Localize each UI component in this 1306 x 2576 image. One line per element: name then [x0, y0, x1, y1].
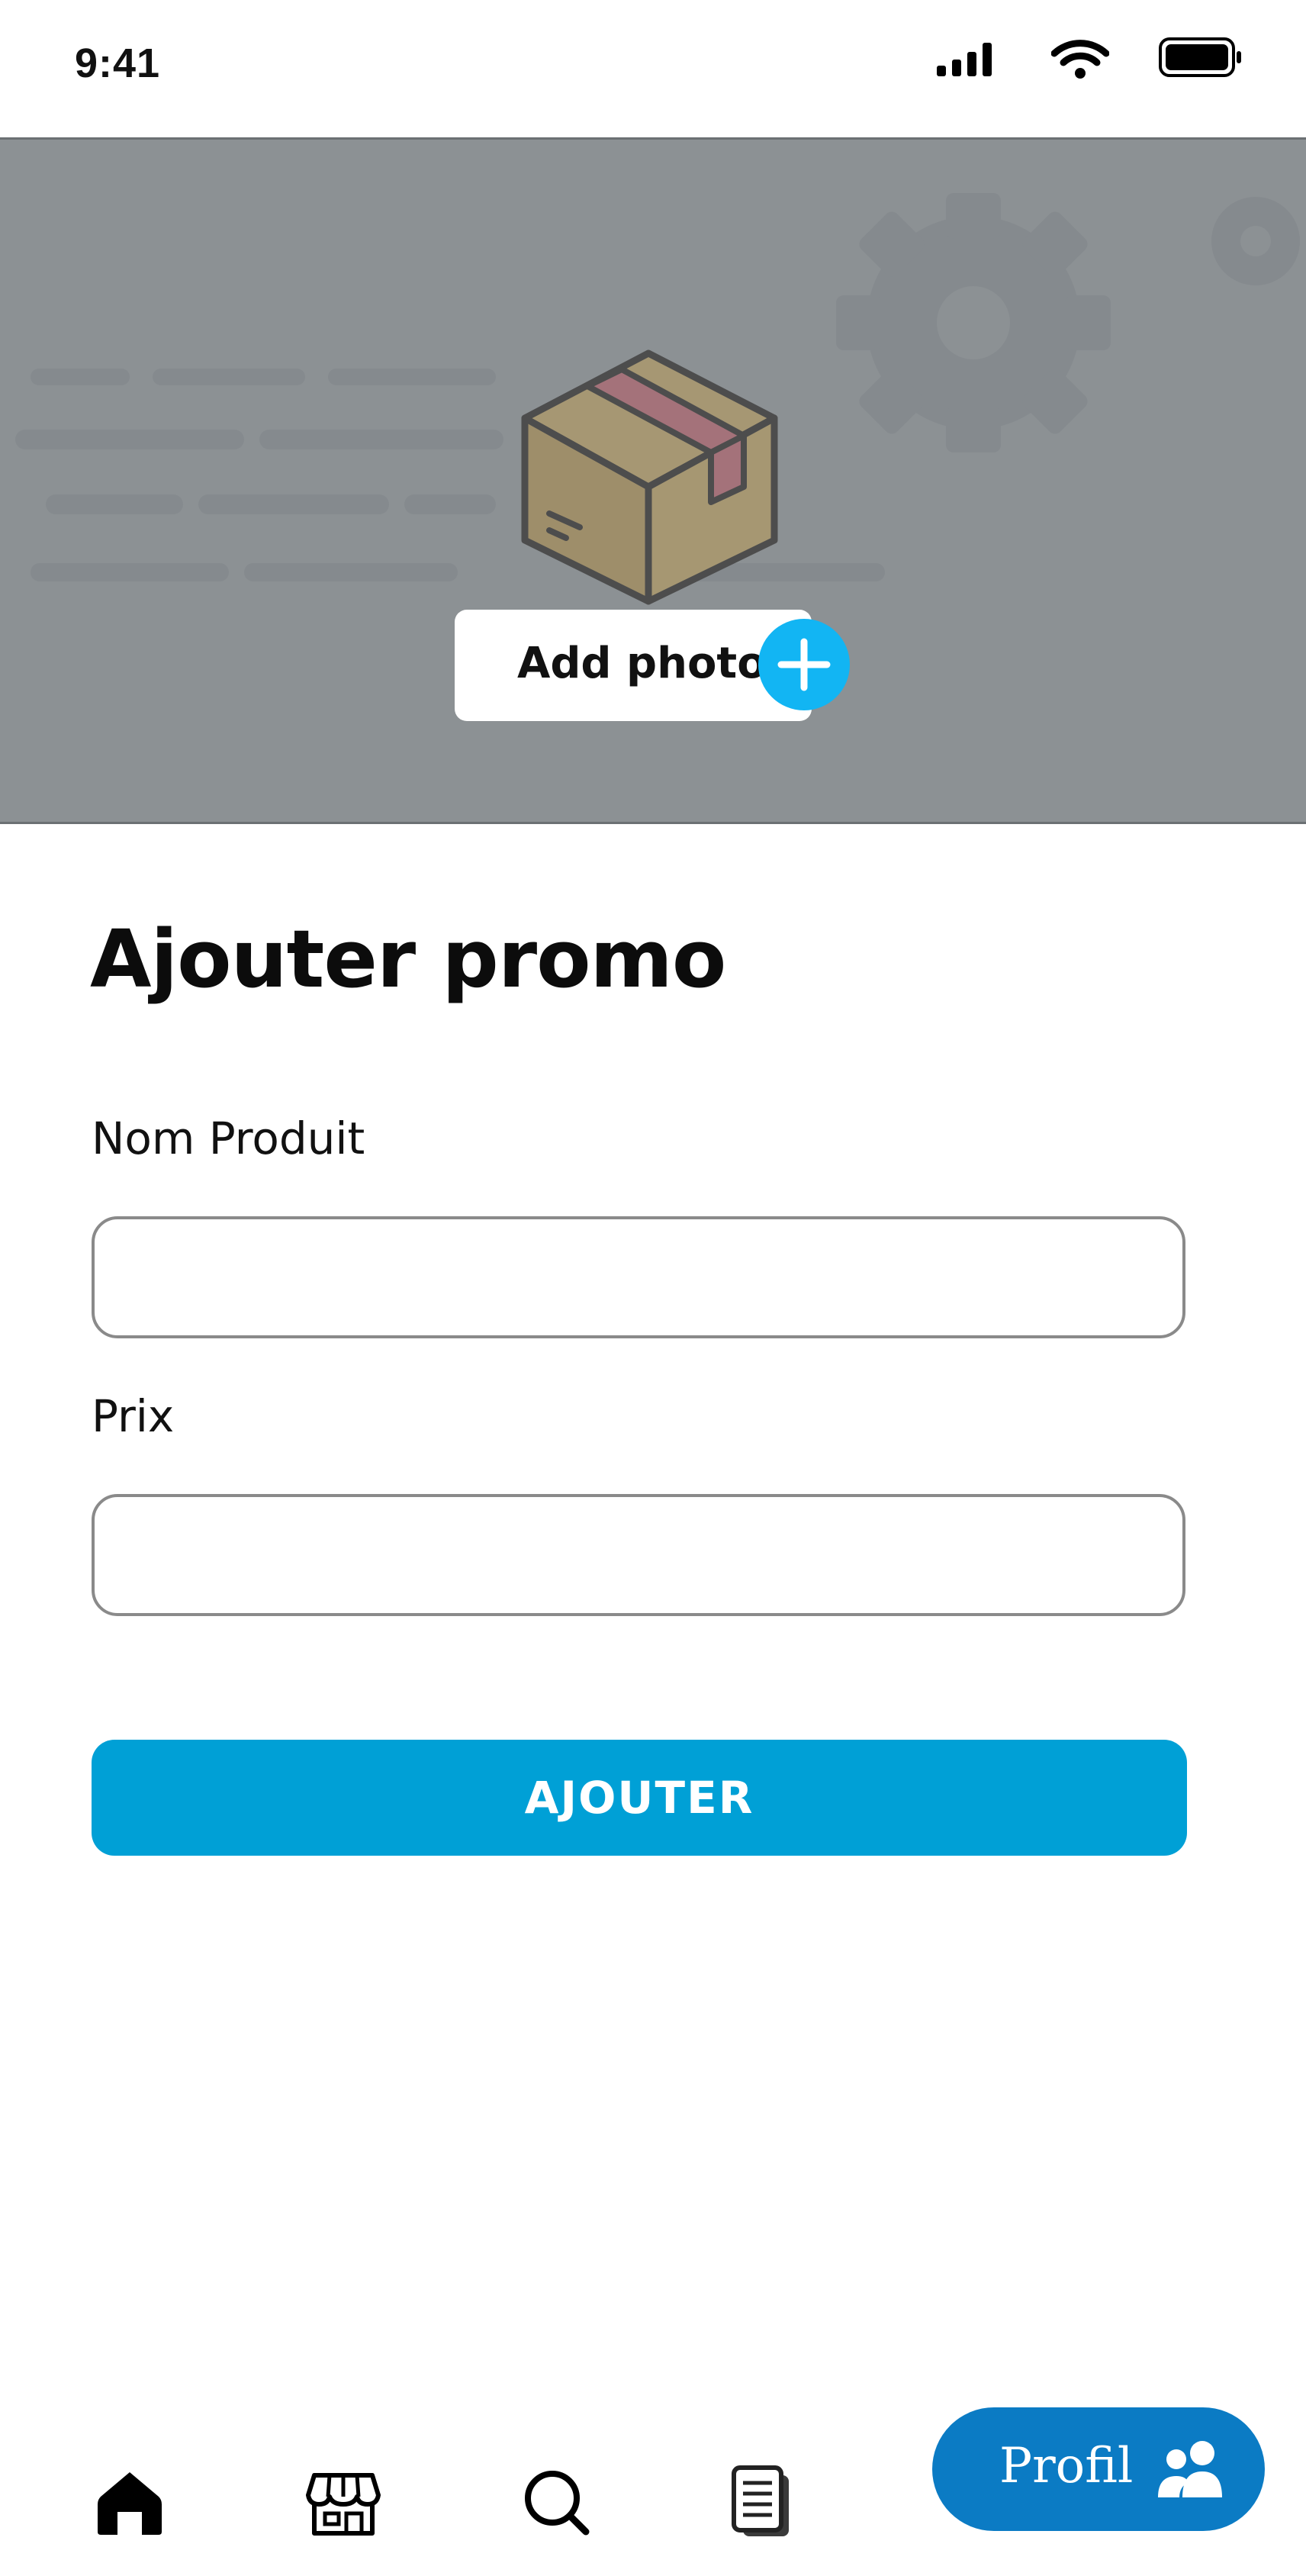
profile-button[interactable]: Profil: [932, 2407, 1265, 2531]
nav-store[interactable]: [305, 2465, 381, 2541]
documents-icon: [732, 2465, 789, 2536]
store-icon: [306, 2473, 381, 2536]
signal-icon: [937, 43, 992, 76]
status-time: 9:41: [75, 40, 161, 86]
nav-search[interactable]: [519, 2465, 595, 2541]
product-name-input[interactable]: [92, 1216, 1185, 1338]
profile-label: Profil: [999, 2438, 1134, 2494]
price-input[interactable]: [92, 1494, 1185, 1616]
nav-home[interactable]: [92, 2465, 168, 2541]
submit-button[interactable]: AJOUTER: [92, 1740, 1187, 1856]
battery-icon: [1159, 37, 1241, 77]
page-title: Ajouter promo: [90, 913, 726, 1006]
users-icon: [1158, 2441, 1222, 2497]
wifi-icon: [1051, 40, 1109, 79]
status-bar: 9:41: [0, 0, 1306, 137]
bottom-nav: Profil: [0, 2388, 1306, 2576]
price-label: Prix: [92, 1390, 175, 1442]
search-icon: [525, 2471, 590, 2536]
photo-area: Add photo: [0, 137, 1306, 824]
plus-icon[interactable]: [758, 619, 850, 710]
nav-documents[interactable]: [725, 2465, 801, 2541]
product-name-label: Nom Produit: [92, 1113, 365, 1164]
package-box-icon: [521, 349, 778, 605]
home-icon: [98, 2472, 162, 2535]
add-photo-button[interactable]: Add photo: [455, 610, 850, 721]
add-photo-label: Add photo: [517, 639, 767, 688]
